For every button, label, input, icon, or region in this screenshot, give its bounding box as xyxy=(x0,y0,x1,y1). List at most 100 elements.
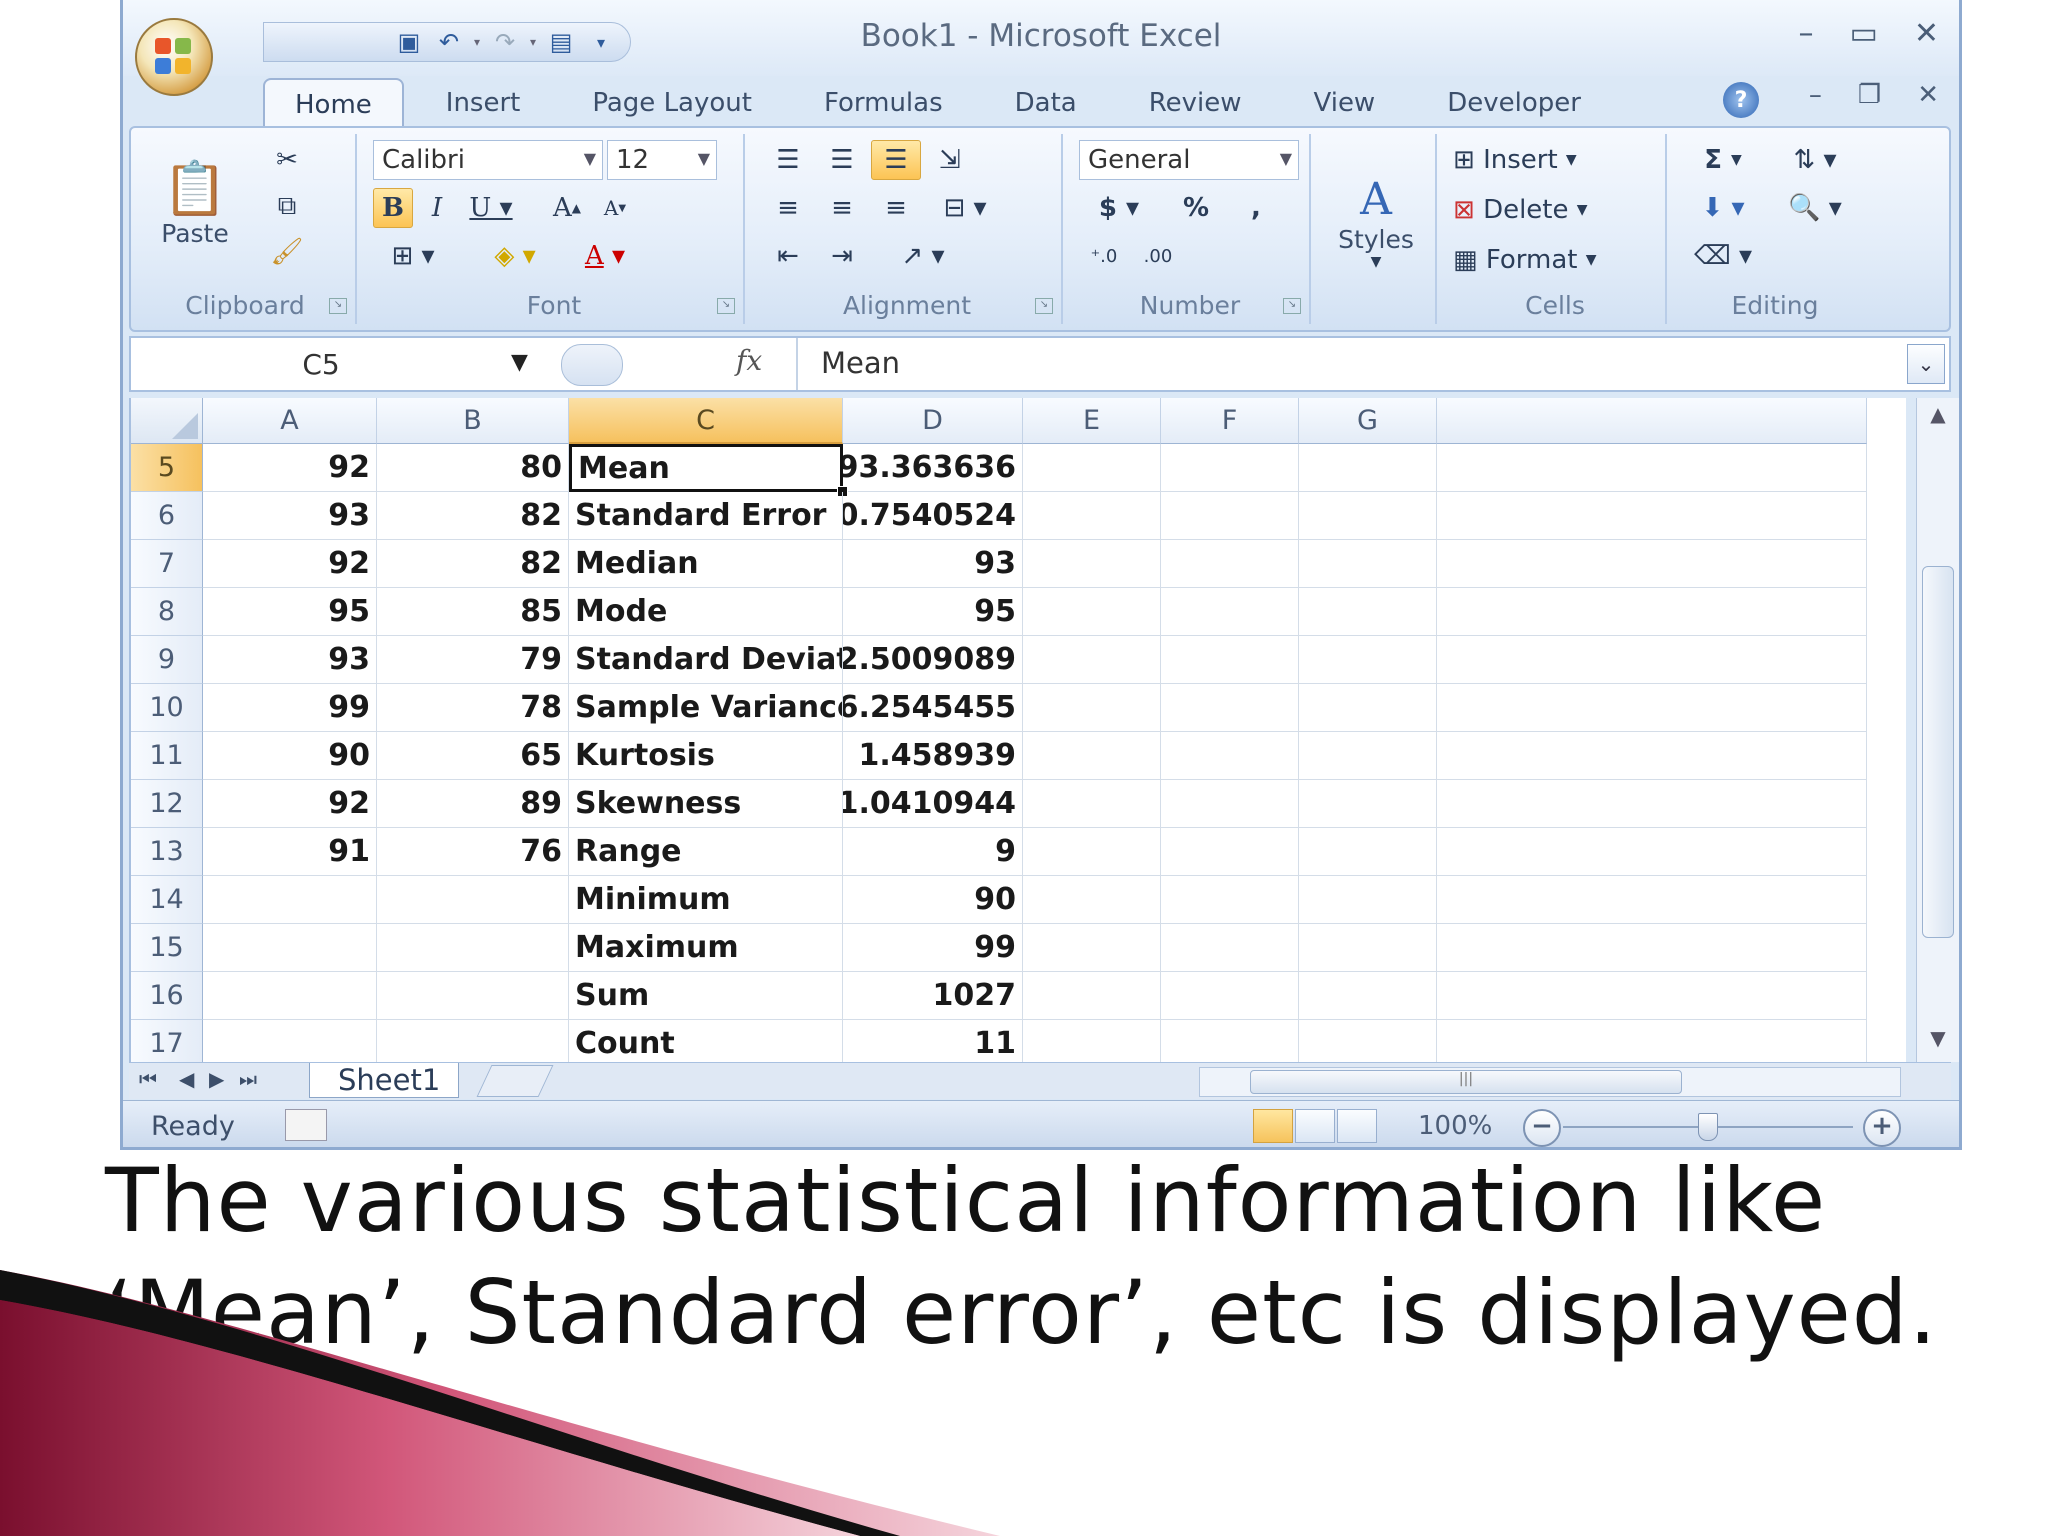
cell-a7[interactable]: 92 xyxy=(203,540,377,588)
underline-button[interactable]: U ▾ xyxy=(461,188,521,228)
cell-d5[interactable]: 93.363636 xyxy=(843,444,1023,492)
clear-icon[interactable]: ⌫ ▾ xyxy=(1683,236,1763,276)
cell-f12[interactable] xyxy=(1161,780,1299,828)
borders-icon[interactable]: ⊞ ▾ xyxy=(373,236,453,276)
maximize-icon[interactable]: ▭ xyxy=(1850,16,1878,51)
alignment-launcher-icon[interactable]: ↘ xyxy=(1035,298,1053,314)
horizontal-scrollbar[interactable]: ||| xyxy=(1199,1067,1901,1097)
column-header-b[interactable]: B xyxy=(377,398,569,444)
page-layout-view-icon[interactable] xyxy=(1295,1109,1335,1143)
cell-g8[interactable] xyxy=(1299,588,1437,636)
cell-f15[interactable] xyxy=(1161,924,1299,972)
help-icon[interactable]: ? xyxy=(1723,82,1759,118)
cell-h8[interactable] xyxy=(1437,588,1867,636)
close-icon[interactable]: ✕ xyxy=(1914,16,1939,51)
next-sheet-icon[interactable]: ▶ xyxy=(209,1067,224,1091)
cell-g6[interactable] xyxy=(1299,492,1437,540)
cell-g10[interactable] xyxy=(1299,684,1437,732)
cell-g14[interactable] xyxy=(1299,876,1437,924)
cell-f5[interactable] xyxy=(1161,444,1299,492)
cell-a14[interactable] xyxy=(203,876,377,924)
cell-f10[interactable] xyxy=(1161,684,1299,732)
number-launcher-icon[interactable]: ↘ xyxy=(1283,298,1301,314)
cell-g5[interactable] xyxy=(1299,444,1437,492)
row-header[interactable]: 16 xyxy=(131,972,203,1020)
cell-c14[interactable]: Minimum xyxy=(569,876,843,924)
font-launcher-icon[interactable]: ↘ xyxy=(717,298,735,314)
cell-d7[interactable]: 93 xyxy=(843,540,1023,588)
cell-b12[interactable]: 89 xyxy=(377,780,569,828)
zoom-slider-thumb[interactable] xyxy=(1698,1113,1718,1141)
number-format-select[interactable]: General ▼ xyxy=(1079,140,1299,180)
cell-d13[interactable]: 9 xyxy=(843,828,1023,876)
first-sheet-icon[interactable]: ⏮ xyxy=(139,1067,157,1091)
percent-button[interactable]: % xyxy=(1171,188,1221,228)
shrink-font-button[interactable]: A ▼ xyxy=(593,188,637,228)
cell-d9[interactable]: 2.5009089 xyxy=(843,636,1023,684)
tab-developer[interactable]: Developer xyxy=(1417,78,1611,128)
row-header[interactable]: 17 xyxy=(131,1020,203,1062)
merge-center-icon[interactable]: ⊟ ▾ xyxy=(925,188,1005,228)
align-right-icon[interactable]: ≡ xyxy=(871,188,921,228)
paste-button[interactable]: 📋 Paste xyxy=(145,138,245,268)
insert-sheet-icon[interactable] xyxy=(476,1065,554,1097)
tab-insert[interactable]: Insert xyxy=(416,78,551,128)
styles-button[interactable]: A Styles ▼ xyxy=(1331,142,1421,302)
cell-a13[interactable]: 91 xyxy=(203,828,377,876)
tab-formulas[interactable]: Formulas xyxy=(794,78,973,128)
cell-a9[interactable]: 93 xyxy=(203,636,377,684)
cell-a12[interactable]: 92 xyxy=(203,780,377,828)
cell-g17[interactable] xyxy=(1299,1020,1437,1062)
cell-e8[interactable] xyxy=(1023,588,1161,636)
cell-d14[interactable]: 90 xyxy=(843,876,1023,924)
cell-h10[interactable] xyxy=(1437,684,1867,732)
name-box[interactable]: C5 xyxy=(131,338,551,390)
cell-a16[interactable] xyxy=(203,972,377,1020)
cell-f14[interactable] xyxy=(1161,876,1299,924)
cell-g16[interactable] xyxy=(1299,972,1437,1020)
cell-a6[interactable]: 93 xyxy=(203,492,377,540)
cell-b11[interactable]: 65 xyxy=(377,732,569,780)
cell-f13[interactable] xyxy=(1161,828,1299,876)
page-break-view-icon[interactable] xyxy=(1337,1109,1377,1143)
cell-c5[interactable]: Mean xyxy=(569,444,843,492)
scroll-down-icon[interactable]: ▼ xyxy=(1917,1026,1959,1056)
font-name-select[interactable]: Calibri ▼ xyxy=(373,140,603,180)
increase-indent-icon[interactable]: ⇥ xyxy=(817,236,867,276)
name-box-dropdown-icon[interactable]: ▼ xyxy=(511,350,528,375)
cell-e12[interactable] xyxy=(1023,780,1161,828)
cell-b7[interactable]: 82 xyxy=(377,540,569,588)
clipboard-launcher-icon[interactable]: ↘ xyxy=(329,298,347,314)
sort-filter-icon[interactable]: ⇅ ▾ xyxy=(1775,140,1855,180)
cell-f7[interactable] xyxy=(1161,540,1299,588)
cell-e5[interactable] xyxy=(1023,444,1161,492)
cell-d6[interactable]: 0.7540524 xyxy=(843,492,1023,540)
cell-d11[interactable]: 1.458939 xyxy=(843,732,1023,780)
cell-h5[interactable] xyxy=(1437,444,1867,492)
cell-d17[interactable]: 11 xyxy=(843,1020,1023,1062)
row-header[interactable]: 12 xyxy=(131,780,203,828)
format-cells-button[interactable]: ▦ Format ▼ xyxy=(1453,238,1653,282)
tab-home[interactable]: Home xyxy=(263,78,404,130)
cell-c12[interactable]: Skewness xyxy=(569,780,843,828)
column-header-d[interactable]: D xyxy=(843,398,1023,444)
cell-f17[interactable] xyxy=(1161,1020,1299,1062)
cell-b6[interactable]: 82 xyxy=(377,492,569,540)
workbook-minimize-icon[interactable]: – xyxy=(1809,80,1822,110)
align-left-icon[interactable]: ≡ xyxy=(763,188,813,228)
cell-c10[interactable]: Sample Variance xyxy=(569,684,843,732)
cell-c7[interactable]: Median xyxy=(569,540,843,588)
cell-h11[interactable] xyxy=(1437,732,1867,780)
column-header-e[interactable]: E xyxy=(1023,398,1161,444)
cell-f9[interactable] xyxy=(1161,636,1299,684)
cell-a8[interactable]: 95 xyxy=(203,588,377,636)
tab-page-layout[interactable]: Page Layout xyxy=(562,78,782,128)
cell-b8[interactable]: 85 xyxy=(377,588,569,636)
zoom-out-icon[interactable]: − xyxy=(1523,1109,1561,1147)
orientation-icon[interactable]: ↗ ▾ xyxy=(883,236,963,276)
cell-g13[interactable] xyxy=(1299,828,1437,876)
wrap-text-icon[interactable]: ⇲ xyxy=(925,140,975,180)
formula-input[interactable]: Mean xyxy=(821,346,900,380)
format-painter-icon[interactable]: 🖌 xyxy=(265,232,309,272)
align-center-icon[interactable]: ≡ xyxy=(817,188,867,228)
